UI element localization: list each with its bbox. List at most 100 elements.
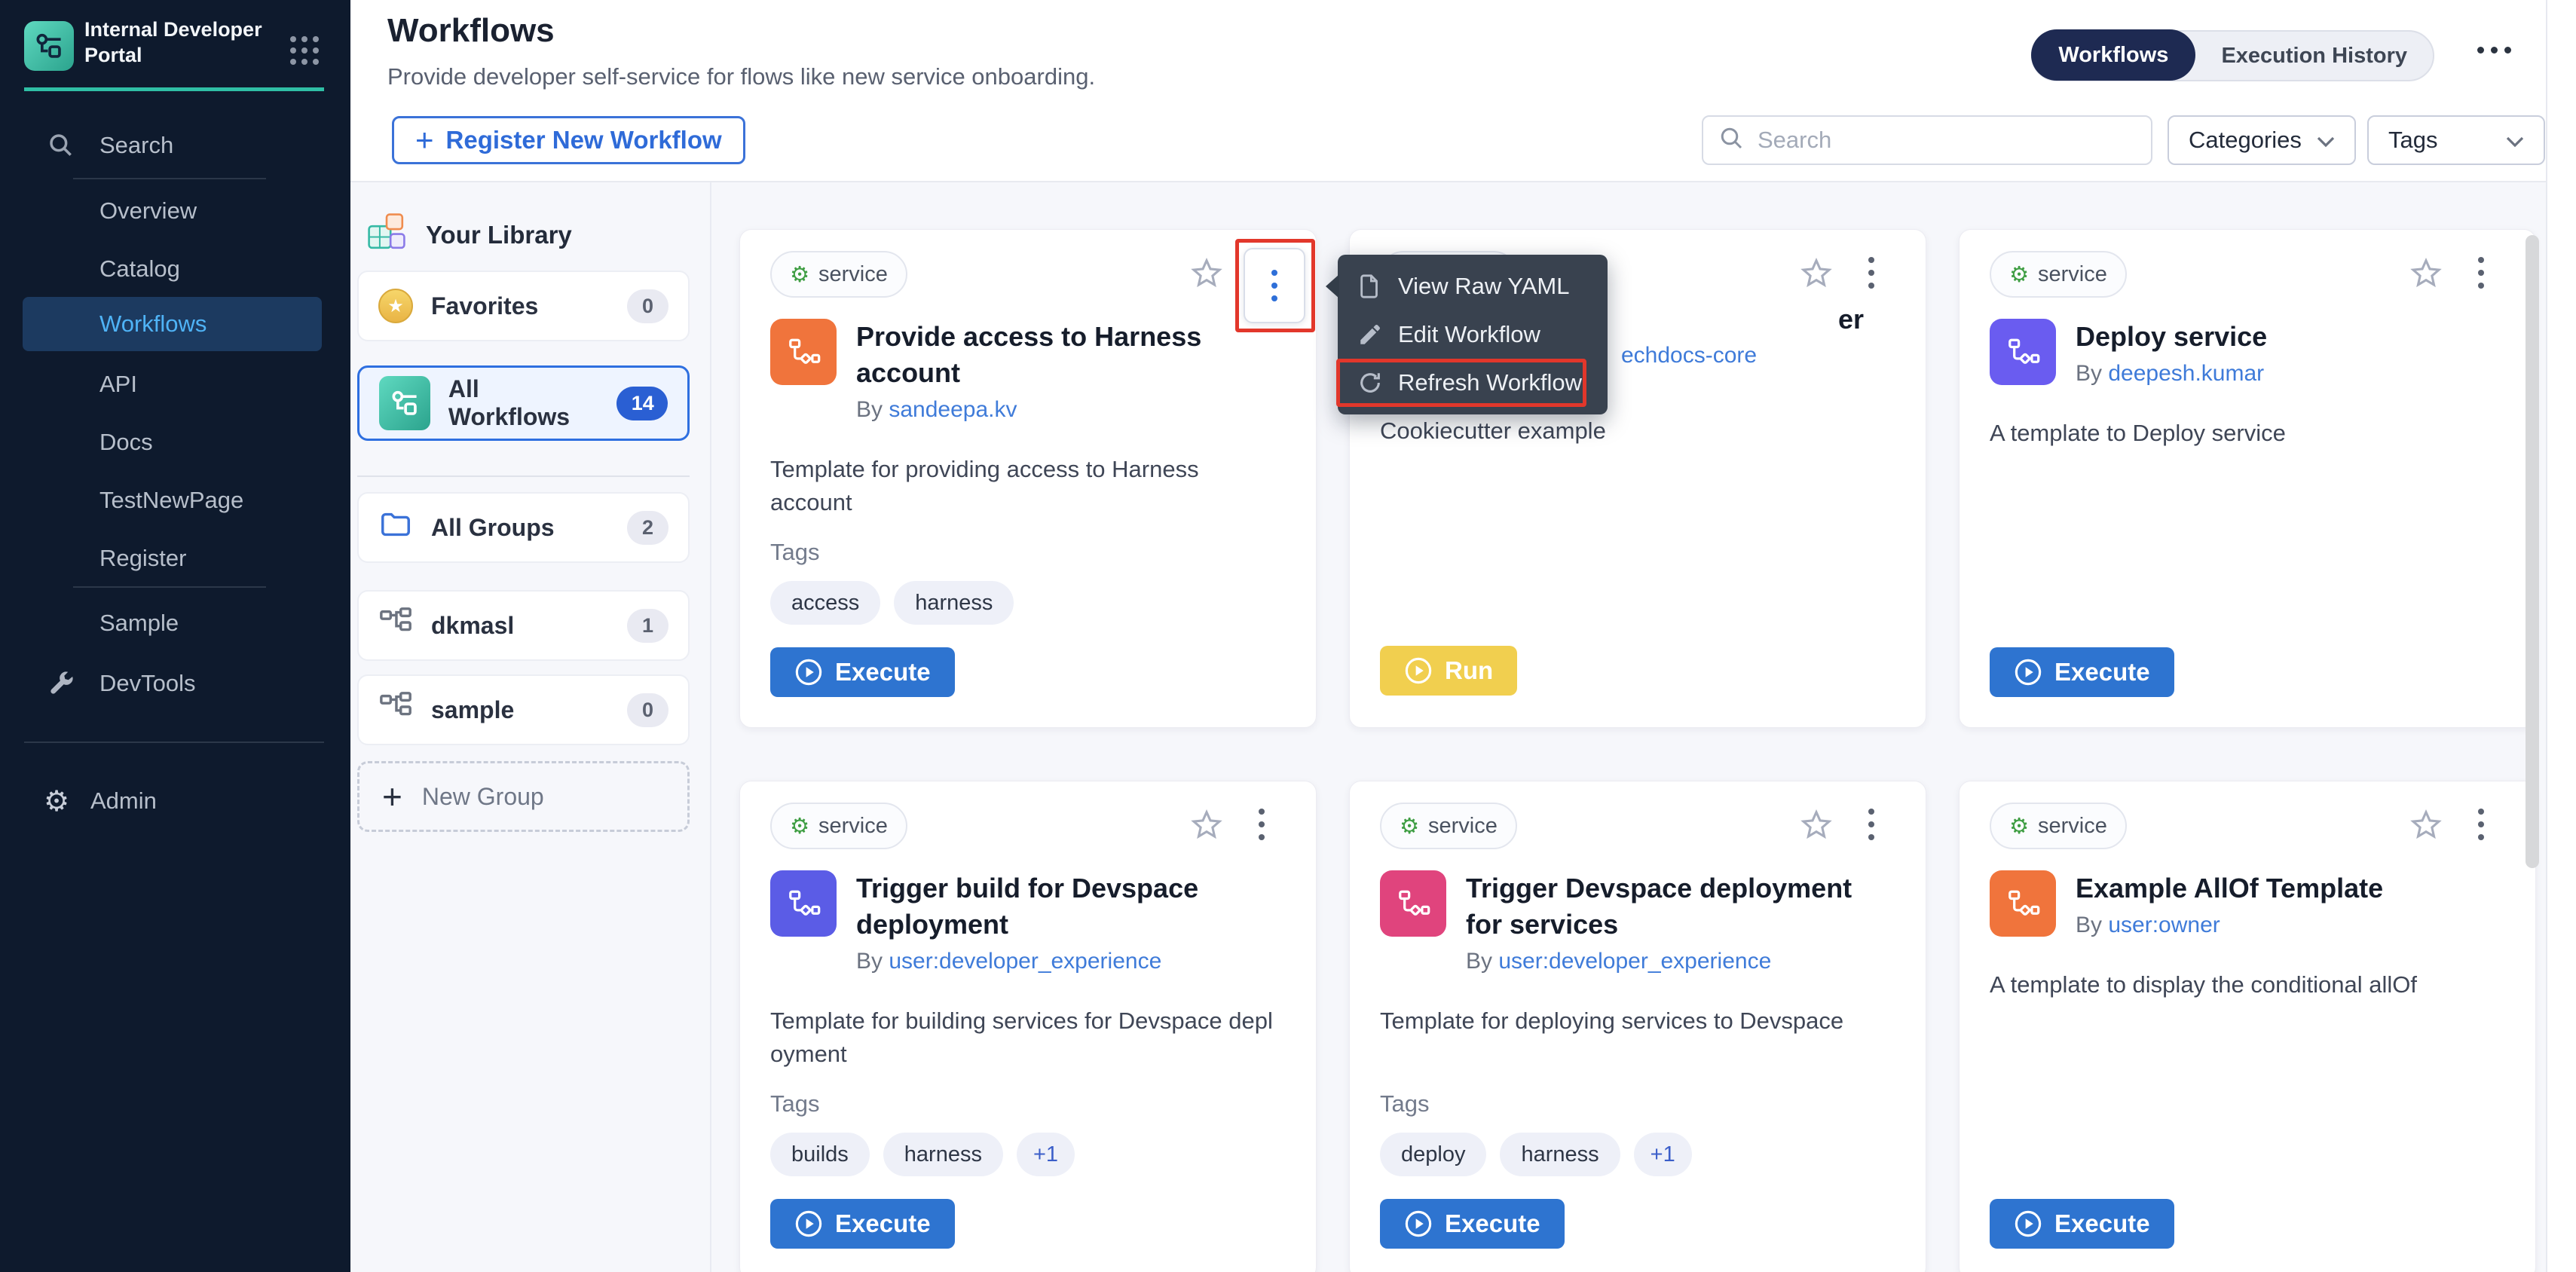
owner-link[interactable]: user:developer_experience: [1498, 949, 1771, 974]
kebab-menu-button[interactable]: [1868, 809, 1874, 840]
wrench-icon: [47, 669, 75, 698]
tab-execution-history[interactable]: Execution History: [2195, 44, 2433, 69]
library-item-all-groups[interactable]: All Groups 2: [357, 492, 690, 563]
kebab-menu-button[interactable]: [1259, 809, 1265, 840]
sidebar-item-admin[interactable]: ⚙ Admin: [0, 775, 350, 827]
sidebar-item-search[interactable]: Search: [0, 119, 350, 172]
favorite-star-button[interactable]: [1799, 257, 1834, 294]
execute-button[interactable]: Execute: [770, 647, 955, 697]
brand-underline: [24, 87, 324, 91]
card-title: Trigger Devspace deployment for services: [1466, 870, 1895, 943]
workflow-icon: [1990, 319, 2056, 385]
library-heading: Your Library: [367, 213, 572, 258]
register-new-workflow-button[interactable]: + Register New Workflow: [392, 116, 745, 164]
tag-pill[interactable]: harness: [1500, 1133, 1620, 1176]
refresh-icon: [1357, 370, 1383, 396]
execute-button[interactable]: Execute: [1990, 1199, 2174, 1249]
kebab-menu-button[interactable]: [2478, 809, 2484, 840]
execute-button[interactable]: Execute: [770, 1199, 955, 1249]
gear-icon: ⚙: [790, 261, 809, 287]
app-grid-icon[interactable]: [290, 36, 319, 65]
file-icon: [1357, 274, 1383, 299]
favorite-star-button[interactable]: [1799, 809, 1834, 845]
search-icon: [1718, 125, 1745, 156]
favorite-star-button[interactable]: [2409, 809, 2443, 845]
tags-dropdown[interactable]: Tags: [2367, 115, 2545, 165]
tag-pill[interactable]: harness: [894, 581, 1014, 625]
count-badge: 14: [616, 387, 668, 420]
menu-item-refresh-workflow[interactable]: Refresh Workflow: [1338, 359, 1608, 407]
card-title: Trigger build for Devspace deployment: [856, 870, 1286, 943]
search-input[interactable]: [1756, 126, 2136, 154]
tag-pill[interactable]: access: [770, 581, 880, 625]
tab-workflows[interactable]: Workflows: [2031, 29, 2195, 81]
gear-icon: ⚙: [2009, 261, 2029, 287]
sidebar-item-devtools[interactable]: DevTools: [0, 657, 350, 710]
gear-icon: ⚙: [790, 813, 809, 839]
brand-title: Internal Developer Portal: [84, 17, 288, 68]
sidebar-item-catalog[interactable]: Catalog: [0, 245, 350, 293]
category-chip: ⚙ service: [770, 251, 907, 298]
sidebar-item-workflows[interactable]: Workflows: [23, 297, 322, 351]
page-subtitle: Provide developer self-service for flows…: [387, 63, 1095, 90]
search-icon: [47, 131, 75, 160]
kebab-menu-button[interactable]: [1244, 248, 1305, 323]
library-divider: [357, 475, 690, 477]
folder-icon: [378, 507, 413, 548]
card-title-fragment: er: [1838, 304, 1864, 335]
card-byline: By user:developer_experience: [856, 949, 1286, 974]
workflow-icon: [770, 870, 837, 937]
page-header: Workflows Provide developer self-service…: [350, 0, 2576, 98]
count-badge: 1: [627, 609, 668, 643]
card-title: Deploy service: [2076, 319, 2267, 355]
panel-divider: [710, 182, 711, 1272]
new-group-button[interactable]: + New Group: [357, 761, 690, 832]
owner-link[interactable]: user:owner: [2108, 913, 2220, 937]
card-description: Template for deploying services to Devsp…: [1380, 1004, 1895, 1038]
tag-pill[interactable]: builds: [770, 1133, 870, 1176]
workflow-card: ⚙ service Provide acces: [739, 229, 1317, 728]
card-byline: By user:developer_experience: [1466, 949, 1895, 974]
favorite-star-button[interactable]: [2409, 257, 2443, 294]
library-item-sample[interactable]: sample 0: [357, 674, 690, 745]
more-options-button[interactable]: [2477, 47, 2511, 54]
library-item-all-workflows[interactable]: All Workflows 14: [357, 365, 690, 441]
menu-item-view-raw-yaml[interactable]: View Raw YAML: [1338, 262, 1608, 310]
kebab-menu-button[interactable]: [1868, 257, 1874, 289]
library-item-dkmasl[interactable]: dkmasl 1: [357, 590, 690, 661]
favorite-star-button[interactable]: [1189, 257, 1224, 294]
gear-icon: ⚙: [2009, 813, 2029, 839]
scrollbar-gutter: [2546, 0, 2576, 1272]
group-icon: [378, 690, 413, 730]
scrollbar-thumb[interactable]: [2526, 235, 2539, 868]
card-title: Provide access to Harness account: [856, 319, 1286, 391]
menu-item-edit-workflow[interactable]: Edit Workflow: [1338, 310, 1608, 359]
execute-button[interactable]: Execute: [1990, 647, 2174, 697]
favorite-star-button[interactable]: [1189, 809, 1224, 845]
library-item-favorites[interactable]: ★ Favorites 0: [357, 271, 690, 341]
owner-link-fragment[interactable]: echdocs-core: [1621, 343, 1757, 368]
sidebar-item-overview[interactable]: Overview: [0, 187, 350, 235]
execute-button[interactable]: Execute: [1380, 1199, 1565, 1249]
tag-overflow-pill[interactable]: +1: [1017, 1133, 1075, 1176]
run-button[interactable]: Run: [1380, 646, 1517, 696]
category-chip: ⚙ service: [1990, 803, 2127, 849]
workflow-icon: [1380, 870, 1446, 937]
category-chip: ⚙ service: [1990, 251, 2127, 298]
kebab-menu-button[interactable]: [2478, 257, 2484, 289]
owner-link[interactable]: deepesh.kumar: [2108, 361, 2264, 386]
categories-dropdown[interactable]: Categories: [2168, 115, 2356, 165]
sidebar-item-sample[interactable]: Sample: [0, 599, 350, 647]
sidebar-item-api[interactable]: API: [0, 360, 350, 408]
tag-pill[interactable]: deploy: [1380, 1133, 1486, 1176]
owner-link[interactable]: user:developer_experience: [889, 949, 1161, 974]
app-logo-icon: [24, 21, 74, 71]
sidebar-item-register[interactable]: Register: [0, 534, 350, 582]
sidebar-divider: [73, 586, 266, 588]
tag-pill[interactable]: harness: [883, 1133, 1003, 1176]
sidebar-item-docs[interactable]: Docs: [0, 418, 350, 466]
card-context-menu: View Raw YAML Edit Workflow Refresh Work…: [1338, 255, 1608, 414]
sidebar-item-testnewpage[interactable]: TestNewPage: [0, 476, 350, 524]
tag-overflow-pill[interactable]: +1: [1634, 1133, 1692, 1176]
owner-link[interactable]: sandeepa.kv: [889, 397, 1017, 422]
